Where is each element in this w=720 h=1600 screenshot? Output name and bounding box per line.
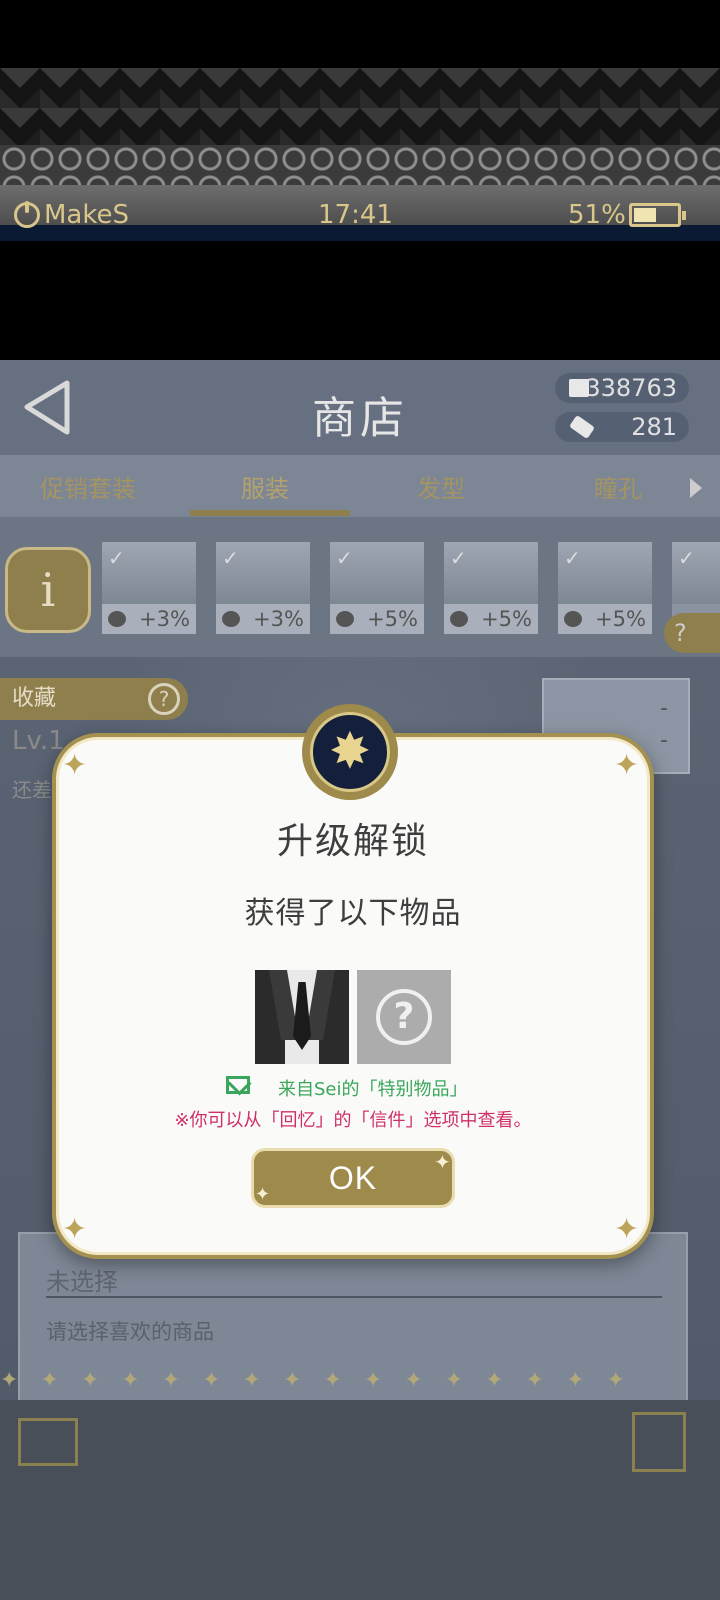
check-icon: ✓ <box>108 546 125 570</box>
outfit-item[interactable]: ✓ +5% <box>444 542 538 634</box>
ok-button[interactable]: OK <box>251 1148 455 1208</box>
brand: MakeS <box>14 200 129 230</box>
remain-label: 还差 <box>12 778 52 802</box>
bonus-label: +5% <box>444 604 538 634</box>
tab-hairstyle[interactable]: 发型 <box>366 469 516 504</box>
level-label: Lv.1 <box>12 726 65 756</box>
currency-notes: 338763 <box>555 373 689 403</box>
selection-hint: 请选择喜欢的商品 <box>46 1320 214 1344</box>
outfit-item[interactable]: ✓ +5% <box>558 542 652 634</box>
medal-inner: ✸ <box>310 712 390 792</box>
dialog-subtitle: 获得了以下物品 <box>244 896 462 931</box>
outfit-item[interactable]: ✓ +5% <box>330 542 424 634</box>
stat-value: - <box>660 696 668 721</box>
help-icon[interactable]: ? <box>148 683 180 715</box>
sparkle-icon: ✦ <box>62 1212 88 1247</box>
check-icon: ✓ <box>450 546 467 570</box>
bonus-label: +3% <box>102 604 196 634</box>
active-tab-indicator <box>190 510 350 516</box>
info-icon <box>222 611 240 627</box>
sparkle-icon: ✦ <box>62 748 88 783</box>
question-icon: ? <box>376 989 432 1045</box>
bonus-label: +3% <box>216 604 310 634</box>
currency-tags-value: 281 <box>631 413 677 441</box>
heart-icon <box>108 611 126 627</box>
outfit-item[interactable]: ✓ +3% <box>102 542 196 634</box>
tag-icon <box>568 414 596 440</box>
battery-percent: 51% <box>568 200 626 230</box>
check-icon: ✓ <box>222 546 239 570</box>
bonus-label: +5% <box>558 604 652 634</box>
dialog-title: 升级解锁 <box>276 821 429 862</box>
header-bar: 商店 338763 281 <box>0 360 720 455</box>
sparkle-icon: ✦ <box>255 1184 271 1205</box>
note-icon <box>336 611 354 627</box>
info-icon <box>564 611 582 627</box>
source-text: 来自Sei的「特别物品」 <box>278 1079 468 1100</box>
divider <box>46 1296 662 1298</box>
check-icon: ✓ <box>336 546 353 570</box>
check-icon: ✓ <box>678 546 695 570</box>
mail-icon <box>226 1076 250 1094</box>
check-icon: ✓ <box>564 546 581 570</box>
brand-label: MakeS <box>44 200 129 230</box>
note-icon <box>569 379 589 397</box>
outfit-list: i ✓ +3% ✓ +3% ✓ +5% ✓ +5% ✓ +5% ✓ ? <box>0 517 720 657</box>
collection-label: 收藏 <box>12 686 57 711</box>
star-divider: ✦✦✦✦✦✦✦✦✦✦✦✦✦✦✦✦ <box>0 1368 647 1393</box>
tab-next-arrow-icon[interactable] <box>690 478 702 498</box>
tab-eyes[interactable]: 瞳孔 <box>543 469 693 504</box>
tab-promotion[interactable]: 促销套装 <box>13 469 163 504</box>
battery-icon <box>629 203 686 227</box>
heart-icon <box>450 611 468 627</box>
memo-icon[interactable] <box>632 1412 686 1472</box>
currency-tags: 281 <box>555 412 689 442</box>
sparkle-icon: ✦ <box>434 1150 451 1174</box>
stat-value: - <box>660 728 668 753</box>
outfit-item[interactable]: ✓ +3% <box>216 542 310 634</box>
clock: 17:41 <box>318 200 393 230</box>
info-icon[interactable]: i <box>5 547 91 633</box>
reward-item-unknown[interactable]: ? <box>357 970 451 1064</box>
sparkle-icon: ✦ <box>614 748 640 783</box>
help-icon[interactable]: ? <box>664 613 720 653</box>
star-icon: ✸ <box>329 722 371 780</box>
bonus-label: +5% <box>330 604 424 634</box>
hint-text: ※你可以从「回忆」的「信件」选项中查看。 <box>174 1110 532 1131</box>
power-icon <box>14 201 40 228</box>
lace-trim <box>0 145 720 185</box>
studded-pattern <box>0 68 720 150</box>
tab-clothing[interactable]: 服装 <box>190 469 340 504</box>
currency-notes-value: 338763 <box>585 374 677 402</box>
gift-box-icon[interactable] <box>18 1418 78 1466</box>
tab-bar: 促销套装 服装 发型 瞳孔 <box>0 455 720 517</box>
reward-item-suit[interactable] <box>255 970 349 1064</box>
selection-title: 未选择 <box>46 1268 118 1296</box>
bottom-bar <box>0 1400 720 1600</box>
medal-icon: ✸ <box>302 704 398 800</box>
sparkle-icon: ✦ <box>614 1212 640 1247</box>
top-decoration: MakeS 17:41 51% <box>0 0 720 241</box>
collection-button[interactable]: 收藏 ? <box>0 678 188 720</box>
